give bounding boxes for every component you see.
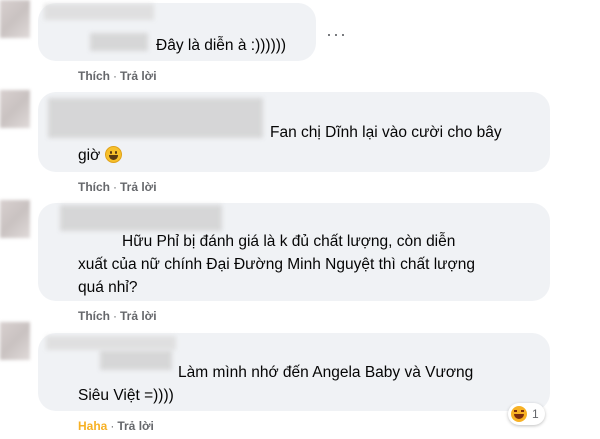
comment-actions: Thích · Trả lời	[78, 180, 157, 194]
reply-button[interactable]: Trả lời	[120, 309, 157, 323]
comment-text-line: giờ	[78, 147, 101, 164]
comment-text: quá nhỉ?	[78, 279, 138, 296]
comment-text: Làm mình nhớ đến Angela Baby và Vương	[178, 364, 474, 381]
avatar[interactable]	[0, 0, 30, 38]
like-button[interactable]: Thích	[78, 309, 110, 323]
redacted-author-name	[46, 336, 176, 350]
haha-reaction-button[interactable]: Haha	[78, 419, 107, 433]
more-options-icon[interactable]: ···	[326, 24, 347, 45]
comment-text: Fan chị Dĩnh lại vào cười cho bây	[270, 122, 502, 144]
redacted-author-name	[60, 205, 222, 231]
comment-text: Hữu Phỉ bị đánh giá là k đủ chất lượng, …	[122, 233, 456, 250]
avatar[interactable]	[0, 90, 30, 128]
haha-icon	[511, 406, 527, 422]
reaction-summary[interactable]: 1	[508, 403, 545, 425]
comment-text: xuất của nữ chính Đại Đường Minh Nguyệt …	[78, 256, 475, 273]
avatar[interactable]	[0, 200, 30, 238]
redacted-author-name	[48, 98, 263, 138]
avatar[interactable]	[0, 322, 30, 360]
redacted-author-name	[44, 4, 154, 20]
reply-button[interactable]: Trả lời	[120, 69, 157, 83]
comment-actions: Haha · Trả lời	[78, 419, 154, 433]
comment-actions: Thích · Trả lời	[78, 69, 157, 83]
redacted-author-name	[90, 33, 148, 51]
comment-actions: Thích · Trả lời	[78, 309, 157, 323]
comment-text: giờ	[78, 145, 122, 167]
comment-text-line: Fan chị Dĩnh lại vào cười cho bây	[270, 124, 502, 141]
grinning-face-icon	[104, 146, 122, 163]
reaction-count: 1	[532, 407, 539, 421]
redacted-author-name	[100, 350, 172, 370]
like-button[interactable]: Thích	[78, 69, 110, 83]
comment-text: Đây là diễn à :))))))	[156, 37, 287, 54]
comment-text: Siêu Việt =))))	[78, 387, 174, 404]
like-button[interactable]: Thích	[78, 180, 110, 194]
reply-button[interactable]: Trả lời	[120, 180, 157, 194]
reply-button[interactable]: Trả lời	[117, 419, 154, 433]
